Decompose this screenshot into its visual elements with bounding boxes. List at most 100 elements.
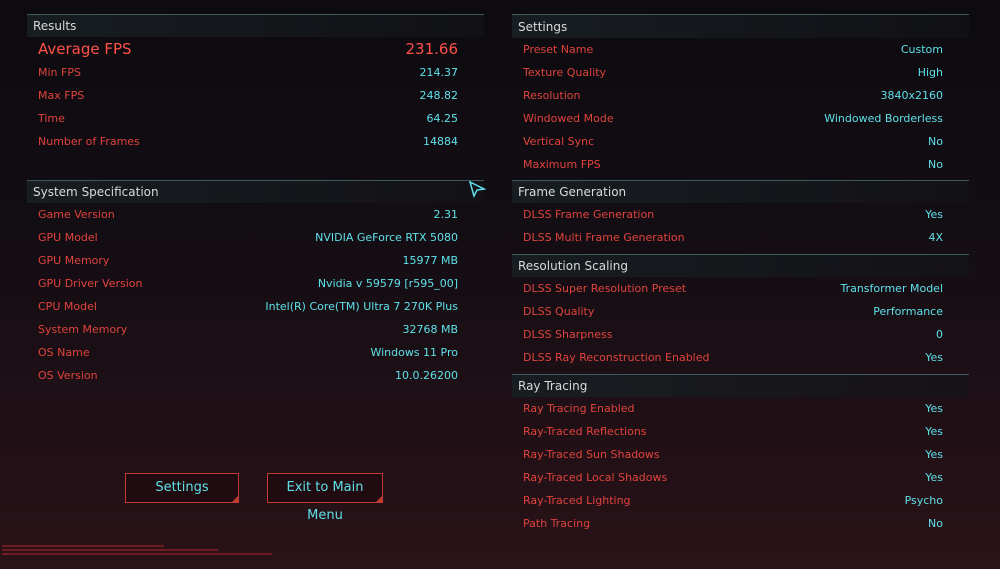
setting-label: Texture Quality bbox=[523, 66, 607, 79]
setting-label: Ray-Traced Sun Shadows bbox=[523, 448, 660, 461]
setting-row: Vertical Sync No bbox=[512, 130, 969, 153]
spec-label: System Memory bbox=[38, 323, 128, 336]
setting-value: No bbox=[928, 517, 943, 530]
setting-label: Ray Tracing Enabled bbox=[523, 402, 635, 415]
setting-value: Transformer Model bbox=[840, 282, 943, 295]
setting-value: Yes bbox=[925, 448, 943, 461]
spec-row: GPU Driver Version Nvidia v 59579 [r595_0… bbox=[27, 272, 484, 295]
spec-row: Game Version 2.31 bbox=[27, 203, 484, 226]
setting-label: DLSS Quality bbox=[523, 305, 595, 318]
spec-label: GPU Memory bbox=[38, 254, 110, 267]
setting-label: DLSS Multi Frame Generation bbox=[523, 231, 685, 244]
footnote-text bbox=[2, 545, 272, 555]
average-fps-value: 231.66 bbox=[405, 40, 459, 58]
setting-row: Texture Quality High bbox=[512, 61, 969, 84]
setting-label: Resolution bbox=[523, 89, 581, 102]
setting-row: Ray-Traced Reflections Yes bbox=[512, 420, 969, 443]
spec-value: Intel(R) Core(TM) Ultra 7 270K Plus bbox=[265, 300, 458, 313]
result-label: Min FPS bbox=[38, 66, 81, 79]
setting-value: No bbox=[928, 158, 943, 171]
setting-label: Preset Name bbox=[523, 43, 594, 56]
setting-value: Performance bbox=[873, 305, 943, 318]
setting-value: 0 bbox=[936, 328, 943, 341]
setting-label: Windowed Mode bbox=[523, 112, 614, 125]
result-label: Number of Frames bbox=[38, 135, 140, 148]
spec-row: CPU Model Intel(R) Core(TM) Ultra 7 270K … bbox=[27, 295, 484, 318]
setting-row: DLSS Quality Performance bbox=[512, 300, 969, 323]
setting-value: Psycho bbox=[904, 494, 943, 507]
setting-row: Ray Tracing Enabled Yes bbox=[512, 397, 969, 420]
resolution-scaling-panel: Resolution Scaling DLSS Super Resolution… bbox=[512, 254, 969, 369]
exit-to-main-menu-button[interactable]: Exit to Main Menu bbox=[267, 473, 383, 523]
setting-value: No bbox=[928, 135, 943, 148]
setting-row: Preset Name Custom bbox=[512, 38, 969, 61]
setting-row: DLSS Multi Frame Generation 4X bbox=[512, 226, 969, 249]
spec-row: GPU Model NVIDIA GeForce RTX 5080 bbox=[27, 226, 484, 249]
setting-label: DLSS Frame Generation bbox=[523, 208, 655, 221]
setting-label: Ray-Traced Reflections bbox=[523, 425, 647, 438]
resolution-scaling-header: Resolution Scaling bbox=[512, 254, 969, 277]
spec-value: NVIDIA GeForce RTX 5080 bbox=[315, 231, 458, 244]
spec-label: OS Version bbox=[38, 369, 98, 382]
setting-label: DLSS Sharpness bbox=[523, 328, 613, 341]
settings-button[interactable]: Settings bbox=[125, 473, 239, 503]
setting-label: DLSS Ray Reconstruction Enabled bbox=[523, 351, 710, 364]
spec-row: System Memory 32768 MB bbox=[27, 318, 484, 341]
setting-row: Ray-Traced Lighting Psycho bbox=[512, 489, 969, 512]
setting-row: Path Tracing No bbox=[512, 512, 969, 535]
results-header: Results bbox=[27, 14, 484, 37]
spec-value: 10.0.26200 bbox=[395, 369, 458, 382]
spec-label: Game Version bbox=[38, 208, 115, 221]
spec-row: GPU Memory 15977 MB bbox=[27, 249, 484, 272]
result-label: Max FPS bbox=[38, 89, 85, 102]
frame-generation-header: Frame Generation bbox=[512, 180, 969, 203]
spec-value: 2.31 bbox=[433, 208, 459, 221]
setting-label: Vertical Sync bbox=[523, 135, 595, 148]
setting-label: Path Tracing bbox=[523, 517, 591, 530]
setting-row: DLSS Ray Reconstruction Enabled Yes bbox=[512, 346, 969, 369]
setting-row: Maximum FPS No bbox=[512, 153, 969, 176]
frame-generation-panel: Frame Generation DLSS Frame Generation Ye… bbox=[512, 180, 969, 249]
ray-tracing-panel: Ray Tracing Ray Tracing Enabled Yes Ray-T… bbox=[512, 374, 969, 535]
spec-label: GPU Driver Version bbox=[38, 277, 143, 290]
setting-label: DLSS Super Resolution Preset bbox=[523, 282, 687, 295]
setting-value: Yes bbox=[925, 351, 943, 364]
setting-row: Ray-Traced Local Shadows Yes bbox=[512, 466, 969, 489]
spec-label: OS Name bbox=[38, 346, 90, 359]
spec-row: OS Version 10.0.26200 bbox=[27, 364, 484, 387]
spec-row: OS Name Windows 11 Pro bbox=[27, 341, 484, 364]
setting-value: Yes bbox=[925, 471, 943, 484]
settings-panel: Settings Preset Name Custom Texture Quali… bbox=[512, 14, 969, 176]
system-spec-header: System Specification bbox=[27, 180, 484, 203]
setting-row: Windowed Mode Windowed Borderless bbox=[512, 107, 969, 130]
result-row: Time 64.25 bbox=[27, 107, 484, 130]
system-spec-panel: System Specification Game Version 2.31 GP… bbox=[27, 180, 484, 387]
ray-tracing-header: Ray Tracing bbox=[512, 374, 969, 397]
spec-value: 32768 MB bbox=[402, 323, 458, 336]
setting-label: Ray-Traced Lighting bbox=[523, 494, 631, 507]
results-panel: Results Average FPS 231.66 Min FPS 214.37… bbox=[27, 14, 484, 153]
setting-row: Ray-Traced Sun Shadows Yes bbox=[512, 443, 969, 466]
result-value: 214.37 bbox=[419, 66, 459, 79]
spec-value: Windows 11 Pro bbox=[370, 346, 458, 359]
setting-value: Yes bbox=[925, 208, 943, 221]
setting-value: Custom bbox=[900, 43, 943, 56]
setting-row: DLSS Sharpness 0 bbox=[512, 323, 969, 346]
spec-label: GPU Model bbox=[38, 231, 98, 244]
setting-row: DLSS Frame Generation Yes bbox=[512, 203, 969, 226]
average-fps-row: Average FPS 231.66 bbox=[27, 37, 484, 61]
spec-value: 15977 MB bbox=[402, 254, 458, 267]
result-row: Number of Frames 14884 bbox=[27, 130, 484, 153]
spec-label: CPU Model bbox=[38, 300, 97, 313]
result-value: 64.25 bbox=[426, 112, 459, 125]
result-value: 14884 bbox=[423, 135, 458, 148]
setting-row: DLSS Super Resolution Preset Transformer … bbox=[512, 277, 969, 300]
setting-value: 4X bbox=[928, 231, 943, 244]
result-value: 248.82 bbox=[419, 89, 459, 102]
setting-value: Windowed Borderless bbox=[824, 112, 943, 125]
setting-row: Resolution 3840x2160 bbox=[512, 84, 969, 107]
settings-header: Settings bbox=[512, 14, 969, 38]
setting-label: Ray-Traced Local Shadows bbox=[523, 471, 668, 484]
setting-value: 3840x2160 bbox=[880, 89, 944, 102]
result-label: Time bbox=[38, 112, 65, 125]
